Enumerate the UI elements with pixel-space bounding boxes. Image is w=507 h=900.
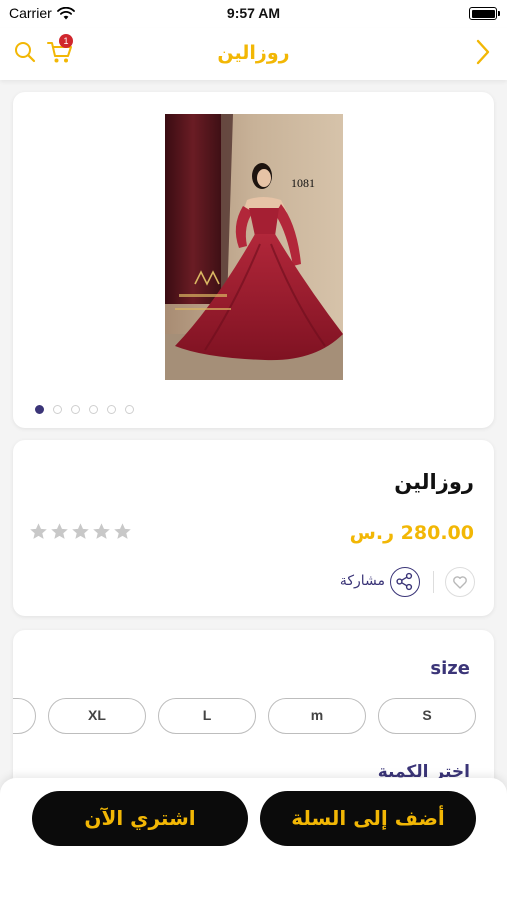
pagination-dot-active[interactable] bbox=[35, 405, 44, 414]
size-option-more[interactable] bbox=[13, 698, 36, 734]
size-heading: size bbox=[430, 658, 470, 679]
status-bar: Carrier 9:57 AM bbox=[0, 0, 507, 28]
size-option-xl[interactable]: XL bbox=[48, 698, 146, 734]
pagination-dot[interactable] bbox=[125, 405, 134, 414]
product-image[interactable]: 1081 bbox=[165, 114, 343, 380]
clock: 9:57 AM bbox=[226, 5, 281, 21]
pagination-dot[interactable] bbox=[89, 405, 98, 414]
share-label[interactable]: مشاركة bbox=[340, 573, 385, 589]
size-option-s[interactable]: S bbox=[378, 698, 476, 734]
star-icon bbox=[93, 523, 110, 539]
product-gallery-card: 1081 bbox=[13, 92, 494, 428]
chevron-right-icon[interactable] bbox=[475, 39, 491, 65]
navigation-bar: 1 روزالين bbox=[0, 28, 507, 80]
star-icon bbox=[30, 523, 47, 539]
favorite-button[interactable] bbox=[445, 567, 475, 597]
share-icon bbox=[396, 572, 413, 591]
battery-icon bbox=[469, 7, 500, 20]
size-selector: S m L XL bbox=[13, 698, 494, 736]
star-icon bbox=[51, 523, 68, 539]
page-title: روزالين bbox=[217, 42, 290, 64]
size-option-m[interactable]: m bbox=[268, 698, 366, 734]
image-label: 1081 bbox=[291, 176, 315, 190]
product-price: 280.00 ر.س bbox=[349, 522, 474, 544]
size-option-l[interactable]: L bbox=[158, 698, 256, 734]
star-icon bbox=[72, 523, 89, 539]
heart-icon bbox=[453, 576, 467, 589]
pagination-dot[interactable] bbox=[107, 405, 116, 414]
add-to-cart-button[interactable]: أضف إلى السلة bbox=[260, 791, 476, 846]
product-title: روزالين bbox=[394, 470, 474, 494]
rating-stars[interactable] bbox=[29, 522, 132, 541]
share-button[interactable] bbox=[390, 567, 420, 597]
divider bbox=[433, 571, 434, 593]
pagination-dot[interactable] bbox=[53, 405, 62, 414]
gallery-pagination bbox=[35, 405, 134, 414]
bottom-action-bar: اشتري الآن أضف إلى السلة bbox=[0, 778, 507, 900]
pagination-dot[interactable] bbox=[71, 405, 80, 414]
buy-now-button[interactable]: اشتري الآن bbox=[32, 791, 248, 846]
star-icon bbox=[114, 523, 131, 539]
product-info-card: روزالين 280.00 ر.س مشاركة bbox=[13, 440, 494, 616]
